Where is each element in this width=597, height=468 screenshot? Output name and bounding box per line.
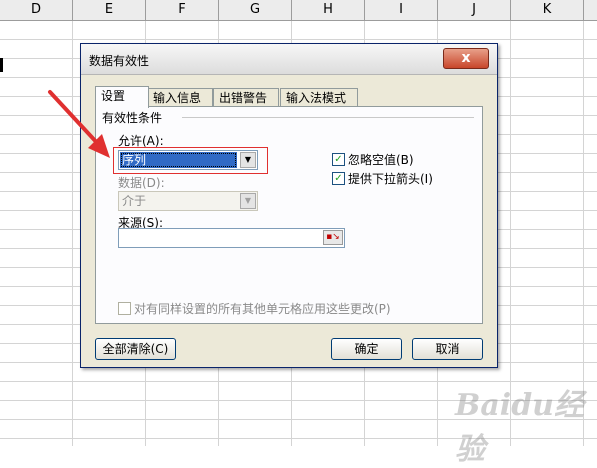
tab-settings[interactable]: 设置 xyxy=(95,86,149,108)
watermark: Baidu经验 xyxy=(455,388,584,467)
